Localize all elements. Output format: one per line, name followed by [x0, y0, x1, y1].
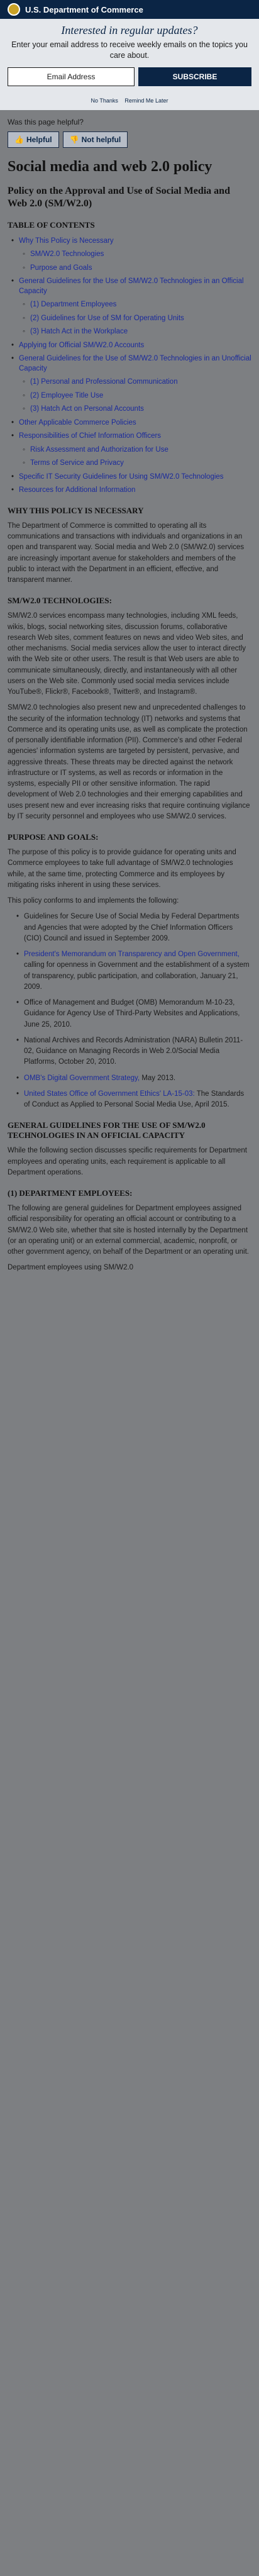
thumbs-up-icon: 👍: [14, 135, 24, 144]
conforms-text: Office of Management and Budget (OMB) Me…: [24, 999, 240, 1029]
toc-link[interactable]: General Guidelines for the Use of SM/W2.…: [11, 277, 251, 296]
purpose-heading: PURPOSE AND GOALS:: [8, 832, 99, 842]
feedback-widget: Was this page helpful? 👍 Helpful 👎 Not h…: [0, 110, 259, 153]
page-title: Social media and web 2.0 policy: [8, 158, 212, 175]
modal-title: Interested in regular updates?: [61, 24, 198, 36]
conforms-text: May 2013.: [140, 1074, 176, 1082]
toc-heading: TABLE OF CONTENTS: [8, 220, 95, 230]
conforms-item: OMB's Digital Government Strategy, May 2…: [16, 1073, 251, 1084]
modal-links: No Thanks Remind Me Later: [8, 98, 251, 104]
page-subtitle: Policy on the Approval and Use of Social…: [8, 185, 230, 209]
toc-link[interactable]: (1) Department Employees: [23, 300, 251, 310]
toc-link[interactable]: SM/W2.0 Technologies: [23, 250, 251, 260]
conforms-item: Guidelines for Secure Use of Social Medi…: [16, 912, 251, 944]
conforms-item: National Archives and Records Administra…: [16, 1035, 251, 1068]
helpful-button[interactable]: 👍 Helpful: [8, 131, 59, 148]
toc-link[interactable]: (2) Guidelines for Use of SM for Operati…: [23, 314, 251, 324]
not-helpful-label: Not helpful: [81, 135, 121, 144]
employees-heading: (1) DEPARTMENT EMPLOYEES:: [8, 1188, 133, 1198]
subscribe-button[interactable]: SUBSCRIBE: [138, 67, 251, 86]
toc-link[interactable]: Resources for Additional Information: [11, 486, 251, 496]
conforms-item: United States Office of Government Ethic…: [16, 1089, 251, 1111]
toc-link[interactable]: Purpose and Goals: [23, 264, 251, 274]
conforms-text: calling for openness in Government and t…: [24, 961, 250, 991]
toc-link[interactable]: Applying for Official SM/W2.0 Accounts: [11, 341, 251, 351]
purpose-paragraph-2: This policy conforms to and implements t…: [8, 897, 179, 905]
not-helpful-button[interactable]: 👎 Not helpful: [62, 131, 128, 148]
conforms-list: Guidelines for Secure Use of Social Medi…: [8, 912, 251, 1110]
toc-link[interactable]: General Guidelines for the Use of SM/W2.…: [11, 354, 251, 374]
commerce-seal-icon: [8, 3, 20, 16]
conforms-text: National Archives and Records Administra…: [24, 1036, 243, 1066]
toc-link[interactable]: Other Applicable Commerce Policies: [11, 418, 251, 428]
employees-paragraph-2: Department employees using SM/W2.0: [8, 1264, 134, 1272]
toc-link[interactable]: (2) Employee Title Use: [23, 391, 251, 401]
subscribe-form: Email Address SUBSCRIBE: [8, 67, 251, 86]
conforms-link[interactable]: United States Office of Government Ethic…: [24, 1090, 195, 1098]
email-field[interactable]: Email Address: [8, 67, 135, 86]
helpful-label: Helpful: [26, 135, 52, 144]
conforms-item: President's Memorandum on Transparency a…: [16, 949, 251, 993]
thumbs-down-icon: 👎: [69, 135, 79, 144]
toc-link[interactable]: (3) Hatch Act in the Workplace: [23, 327, 251, 337]
table-of-contents: Why This Policy is Necessary SM/W2.0 Tech…: [8, 237, 251, 496]
modal-subtitle: Enter your email address to receive week…: [11, 40, 248, 60]
conforms-text: Guidelines for Secure Use of Social Medi…: [24, 913, 240, 942]
why-heading: WHY THIS POLICY IS NECESSARY: [8, 505, 144, 515]
toc-link[interactable]: Why This Policy is Necessary: [11, 237, 251, 247]
tech-paragraph-1: SM/W2.0 services encompass many technolo…: [8, 612, 246, 696]
toc-link[interactable]: Responsibilities of Chief Information Of…: [11, 432, 251, 442]
remind-later-link[interactable]: Remind Me Later: [124, 98, 168, 104]
no-thanks-link[interactable]: No Thanks: [91, 98, 118, 104]
purpose-paragraph-1: The purpose of this policy is to provide…: [8, 849, 236, 889]
toc-link[interactable]: (1) Personal and Professional Communicat…: [23, 377, 251, 388]
toc-link[interactable]: (3) Hatch Act on Personal Accounts: [23, 404, 251, 415]
toc-link[interactable]: Terms of Service and Privacy: [23, 459, 251, 469]
feedback-question: Was this page helpful?: [8, 117, 84, 126]
why-paragraph: The Department of Commerce is committed …: [8, 521, 245, 584]
toc-link[interactable]: Risk Assessment and Authorization for Us…: [23, 445, 251, 455]
toc-link[interactable]: Specific IT Security Guidelines for Usin…: [11, 472, 251, 482]
site-title[interactable]: U.S. Department of Commerce: [25, 5, 143, 14]
general-paragraph: While the following section discusses sp…: [8, 1147, 247, 1176]
general-heading: GENERAL GUIDELINES FOR THE USE OF SM/W2.…: [8, 1120, 206, 1140]
tech-heading: SM/W2.0 TECHNOLOGIES:: [8, 596, 112, 606]
employees-paragraph: The following are general guidelines for…: [8, 1205, 250, 1256]
main-content: Social media and web 2.0 policy Policy o…: [0, 158, 259, 1274]
conforms-link[interactable]: President's Memorandum on Transparency a…: [24, 951, 240, 958]
site-header: U.S. Department of Commerce: [0, 0, 259, 19]
subscribe-modal: Interested in regular updates? Enter you…: [0, 19, 259, 110]
conforms-link[interactable]: OMB's Digital Government Strategy,: [24, 1074, 140, 1082]
tech-paragraph-2: SM/W2.0 technologies also present new an…: [8, 704, 250, 820]
conforms-item: Office of Management and Budget (OMB) Me…: [16, 998, 251, 1030]
